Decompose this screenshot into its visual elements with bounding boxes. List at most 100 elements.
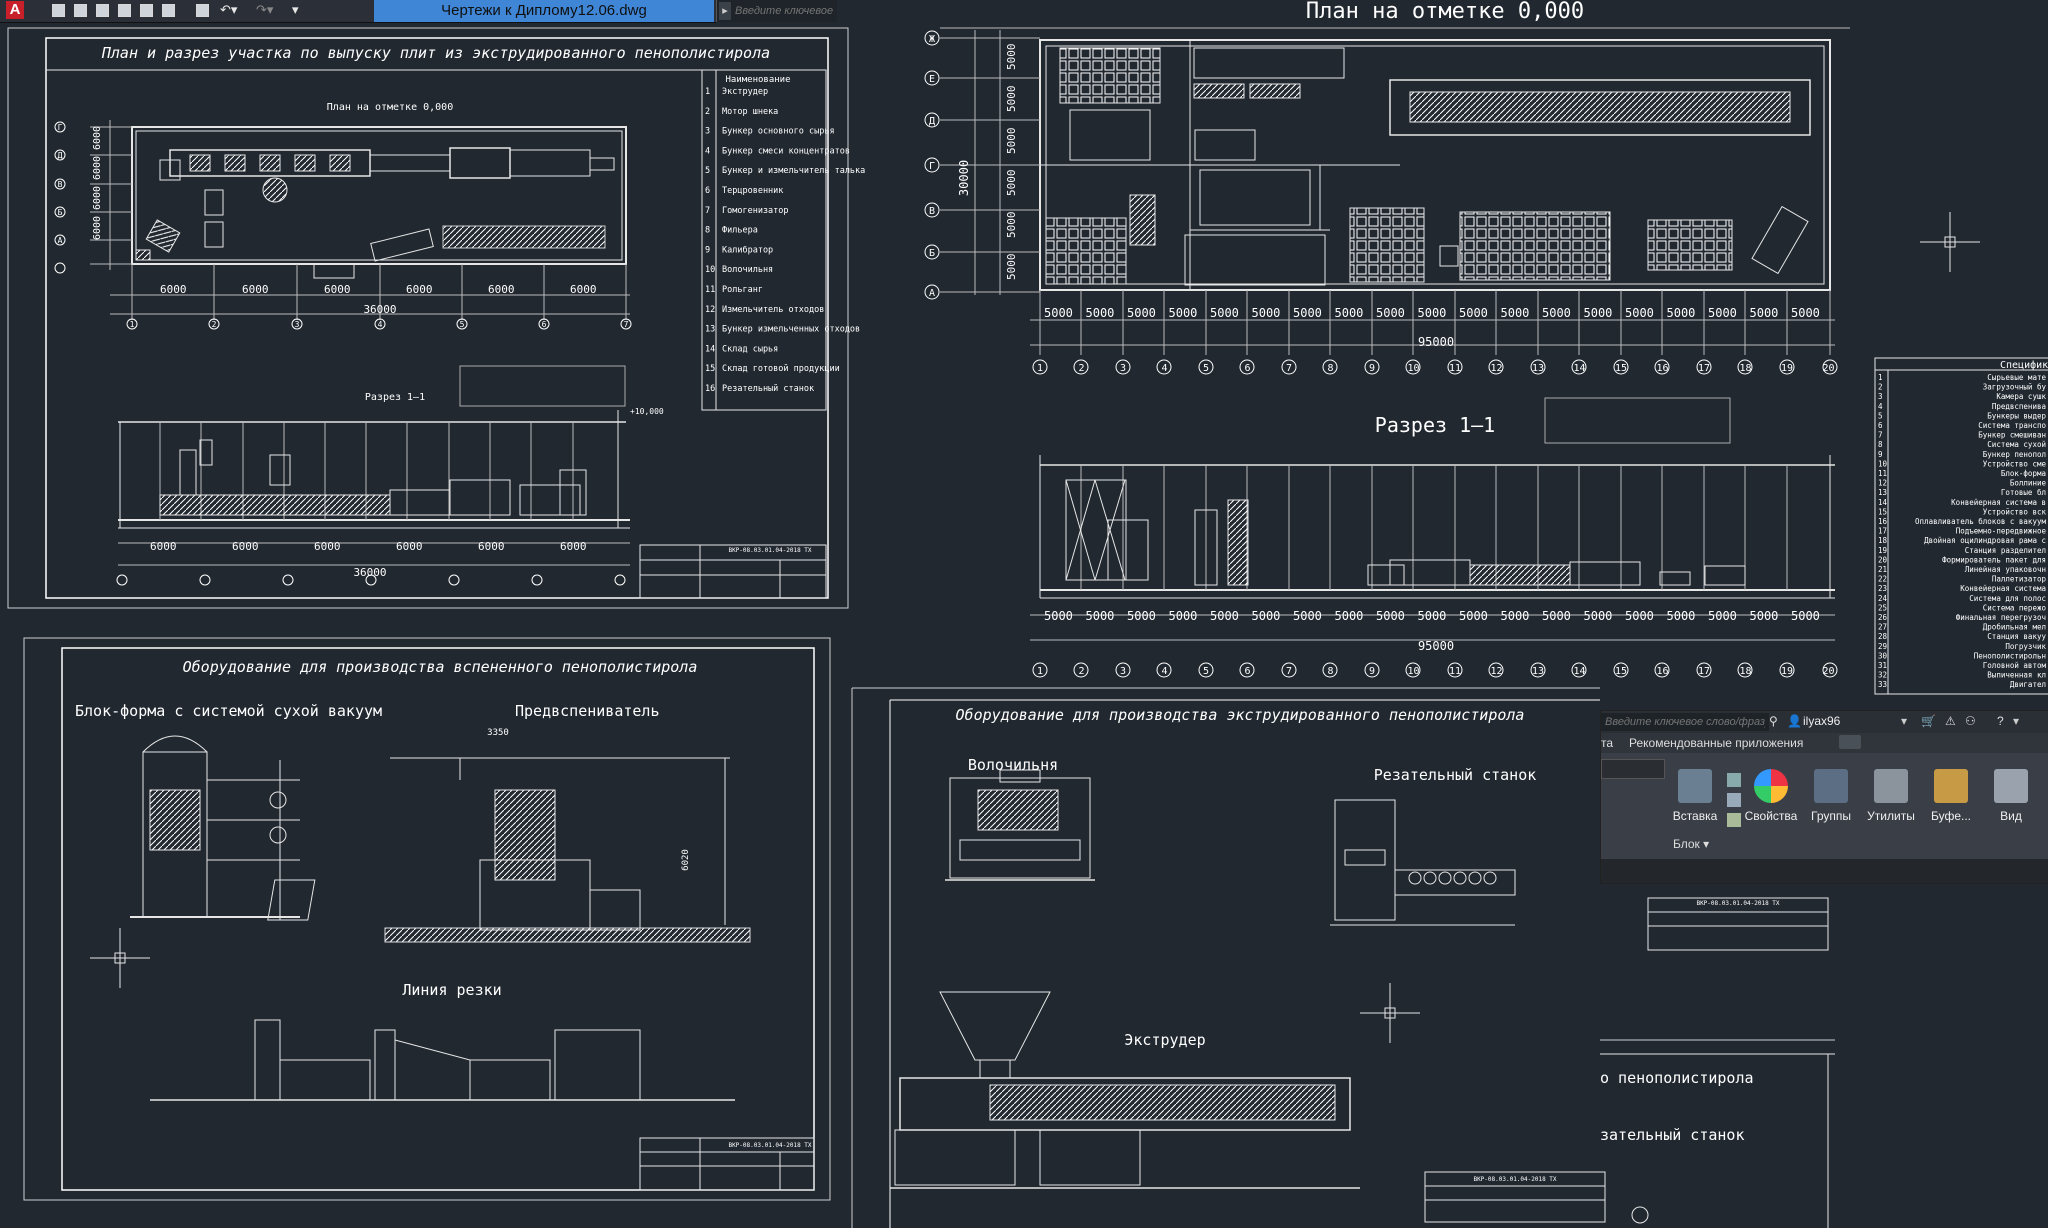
sheet1-span-dim: 6000 — [160, 283, 187, 296]
sheet1-spec-name: Бункер измельченных отходов — [722, 325, 860, 335]
sheet2-spec-name: Финальная перегрузоч — [1956, 613, 2046, 622]
help-dropdown-icon[interactable]: ▾ — [2013, 714, 2019, 728]
sheet2-spec-name: Устройство сме — [1983, 459, 2047, 468]
tab-featured-apps[interactable]: Рекомендованные приложения — [1629, 736, 1803, 750]
sheet2-axis-letter: В — [929, 206, 935, 217]
sheet2-spec-name: Пенополистирольн — [1974, 651, 2046, 660]
sheet2-section-span-dim: 5000 — [1293, 609, 1322, 623]
sheet2-spec-name: Станция разделител — [1965, 546, 2046, 555]
sheet1-spec-number: 11 — [705, 285, 715, 295]
sheet2-axis-number: 7 — [1286, 363, 1292, 374]
ribbon-minimize-icon[interactable] — [1839, 735, 1861, 749]
sheet2-span-dim: 5000 — [1418, 306, 1447, 320]
sheet2-axis-number: 2 — [1078, 363, 1084, 374]
sheet2-spec-number: 25 — [1878, 603, 1887, 612]
sheet2-side-dim: 5000 — [1005, 128, 1018, 155]
sheet3-dim1: 3350 — [487, 728, 509, 738]
sheet2-spec-name: Бункер пенопол — [1983, 450, 2046, 459]
sheet2-spec-number: 17 — [1878, 527, 1887, 536]
sheet1-spec-name: Бункер основного сырья — [722, 127, 835, 137]
sheet2-section-span-dim: 5000 — [1542, 609, 1571, 623]
sheet2-span-dim: 5000 — [1708, 306, 1737, 320]
ribbon-header: ⚲ 👤 ilyax96 ▾ 🛒 ⚠ ⚇ ? ▾ — [1601, 711, 2048, 733]
sheet2-axis-number: 17 — [1698, 363, 1710, 374]
layer-dropdown[interactable] — [1601, 759, 1665, 779]
sheet1-axis-letter: Д — [58, 151, 63, 160]
view-icon — [1994, 769, 2028, 803]
calculator-icon — [1874, 769, 1908, 803]
sheet2-spec-number: 23 — [1878, 584, 1887, 593]
sheet2-spec-number: 1 — [1878, 373, 1883, 382]
user-dropdown-icon[interactable]: ▾ — [1901, 714, 1907, 728]
sheet2-axis-letter: Г — [929, 161, 935, 172]
cart-icon[interactable]: 🛒 — [1921, 714, 1936, 728]
sheet2-spec-number: 13 — [1878, 488, 1887, 497]
sheet2-side-dim: 5000 — [1005, 170, 1018, 197]
sheet1-span-dim: 6000 — [570, 283, 597, 296]
sheet2-spec-number: 5 — [1878, 411, 1883, 420]
sheet1-spec-number: 2 — [705, 107, 710, 117]
utilities-button[interactable]: Утилиты — [1863, 763, 1919, 859]
block-panel-label[interactable]: Блок ▾ — [1673, 837, 1709, 851]
sheet1-span-dim: 6000 — [324, 283, 351, 296]
sheet2-axis-number: 8 — [1327, 363, 1333, 374]
sheet1-spec-number: 3 — [705, 127, 710, 137]
sheet2-section-axis-number: 12 — [1490, 666, 1502, 677]
edit-block-icon[interactable] — [1727, 793, 1741, 807]
sheet1-spec-name: Экструдер — [722, 87, 768, 97]
sheet2-spec-name: Погрузчик — [2005, 642, 2046, 651]
sheet2-spec-number: 20 — [1878, 555, 1888, 564]
clipboard-button-label: Буфе... — [1930, 809, 1972, 823]
view-button[interactable]: Вид — [1983, 763, 2039, 859]
sheet2-span-dim: 5000 — [1044, 306, 1073, 320]
sheet2-span-dim: 5000 — [1376, 306, 1405, 320]
edit-attributes-icon[interactable] — [1727, 813, 1741, 827]
ribbon-search-input[interactable] — [1601, 713, 1769, 731]
sheet1-section-span-dim: 6000 — [150, 540, 177, 553]
sheet2-axis-number: 4 — [1161, 363, 1167, 374]
properties-button[interactable]: Свойства — [1743, 763, 1799, 859]
exchange-icon[interactable]: ⚠ — [1945, 714, 1956, 728]
sheet2-section-span-dim: 5000 — [1750, 609, 1779, 623]
binoculars-icon[interactable]: ⚲ — [1769, 714, 1778, 728]
sheet5-sub-fragment: зательный станок — [1600, 1126, 1745, 1144]
sheet2-span-dim: 5000 — [1791, 306, 1820, 320]
connect-icon[interactable]: ⚇ — [1965, 714, 1976, 728]
sheet2-section-axis-number: 8 — [1327, 666, 1333, 677]
insert-block-icon — [1678, 769, 1712, 803]
sheet2-spec-name: Система сухой — [1987, 440, 2046, 449]
sheet2-section-span-dim: 5000 — [1459, 609, 1488, 623]
sheet2-spec-number: 14 — [1878, 498, 1888, 507]
sheet2-spec-number: 19 — [1878, 546, 1887, 555]
sheet2-spec-number: 27 — [1878, 623, 1887, 632]
sheet2-spec-name: Загрузочный бу — [1983, 383, 2047, 392]
sheet2-section-span-dim: 5000 — [1667, 609, 1696, 623]
sheet2-spec-name: Формирователь пакет для — [1942, 555, 2046, 564]
sheet2-section-axis-number: 13 — [1532, 666, 1544, 677]
groups-button[interactable]: Группы — [1803, 763, 1859, 859]
sheet1-section-span-dim: 6000 — [560, 540, 587, 553]
sheet1-spec-name: Калибратор — [722, 244, 773, 255]
sheet2-section-span-dim: 5000 — [1169, 609, 1198, 623]
sheet1-section-span-dim: 6000 — [478, 540, 505, 553]
sheet2-axis-letter: Ж — [929, 34, 935, 45]
create-block-icon[interactable] — [1727, 773, 1741, 787]
drawing-canvas[interactable]: План и разрез участка по выпуску плит из… — [0, 0, 2048, 1228]
tab-fragment[interactable]: та — [1601, 736, 1613, 750]
color-wheel-icon — [1754, 769, 1788, 803]
sheet2-section-span-dim: 5000 — [1210, 609, 1239, 623]
sheet1-spec-number: 7 — [705, 206, 710, 216]
sheet2-section-axis-number: 2 — [1078, 666, 1084, 677]
sheet2-axis-letter: Б — [929, 248, 935, 259]
sheet2-spec-name: Конвейерная система в — [1951, 498, 2046, 507]
user-icon[interactable]: 👤 — [1787, 714, 1802, 728]
sheet1-axis-number: 6 — [542, 320, 547, 329]
sheet2-spec-number: 11 — [1878, 469, 1887, 478]
user-name[interactable]: ilyax96 — [1803, 714, 1840, 728]
help-icon[interactable]: ? — [1997, 714, 2004, 728]
sheet2-axis-letter: Д — [929, 116, 935, 127]
clipboard-button[interactable]: Буфе... — [1923, 763, 1979, 859]
sheet3-sub-prefoamer: Предвспениватель — [515, 702, 660, 720]
sheet2-spec-name: Бункеры выдер — [1987, 411, 2046, 420]
sheet2-span-dim: 5000 — [1127, 306, 1156, 320]
